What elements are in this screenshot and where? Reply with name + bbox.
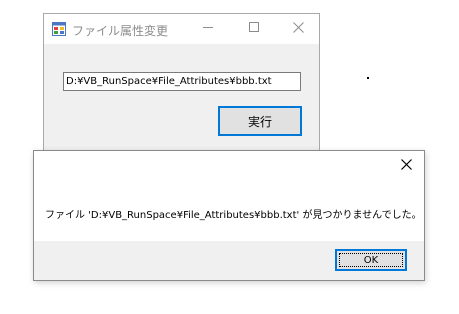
maximize-button[interactable] [231, 14, 277, 44]
file-path-input[interactable] [63, 72, 301, 91]
message-box-close-button[interactable] [396, 157, 416, 175]
cursor-dot [367, 77, 369, 79]
ok-button-label: OK [363, 254, 379, 266]
ok-button[interactable]: OK [335, 249, 407, 271]
desktop: ファイル属性変更 実 [0, 0, 459, 314]
run-button[interactable]: 実行 [218, 106, 302, 136]
close-button[interactable] [275, 14, 321, 44]
minimize-button[interactable] [185, 14, 231, 44]
message-box-body: ファイル 'D:¥VB_RunSpace¥File_Attributes¥bbb… [34, 151, 424, 241]
close-icon [292, 22, 304, 36]
minimize-icon [202, 22, 214, 36]
window-title: ファイル属性変更 [72, 24, 169, 38]
run-button-label: 実行 [247, 114, 272, 129]
message-text: ファイル 'D:¥VB_RunSpace¥File_Attributes¥bbb… [45, 210, 422, 221]
maximize-icon [248, 22, 260, 36]
close-icon [400, 159, 412, 173]
app-window-icon [52, 22, 66, 36]
main-window: ファイル属性変更 実 [43, 13, 320, 153]
title-bar[interactable]: ファイル属性変更 [44, 14, 319, 44]
message-box: ファイル 'D:¥VB_RunSpace¥File_Attributes¥bbb… [33, 150, 425, 281]
